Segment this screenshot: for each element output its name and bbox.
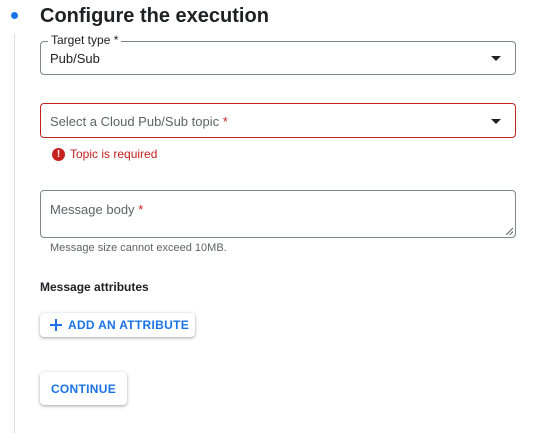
- message-body-textarea[interactable]: Message body *: [40, 190, 516, 238]
- add-attribute-button[interactable]: ADD AN ATTRIBUTE: [40, 313, 195, 337]
- continue-label: CONTINUE: [50, 381, 117, 396]
- topic-error-message: ! Topic is required: [52, 146, 157, 162]
- continue-button[interactable]: CONTINUE: [40, 372, 127, 405]
- message-body-placeholder: Message body *: [50, 202, 144, 217]
- required-marker: *: [138, 202, 144, 217]
- chevron-down-icon: [491, 56, 501, 61]
- message-size-hint: Message size cannot exceed 10MB.: [50, 242, 227, 254]
- chevron-down-icon: [491, 119, 501, 124]
- target-type-label: Target type *: [48, 33, 122, 47]
- topic-error-text: Topic is required: [70, 147, 158, 161]
- target-type-select[interactable]: Target type * Pub/Sub: [40, 33, 516, 75]
- step-connector-line: [14, 34, 15, 433]
- required-marker: *: [222, 114, 228, 129]
- pubsub-topic-select[interactable]: Select a Cloud Pub/Sub topic *: [40, 103, 516, 138]
- target-type-value: Pub/Sub: [50, 51, 100, 66]
- topic-placeholder: Select a Cloud Pub/Sub topic *: [50, 114, 228, 129]
- add-attribute-label: ADD AN ATTRIBUTE: [68, 318, 190, 332]
- error-icon: !: [52, 147, 65, 161]
- section-title: Configure the execution: [40, 5, 269, 27]
- resize-handle-icon[interactable]: [505, 227, 513, 235]
- plus-icon: [50, 319, 62, 331]
- message-attributes-heading: Message attributes: [40, 280, 149, 294]
- step-indicator-dot: [11, 12, 18, 19]
